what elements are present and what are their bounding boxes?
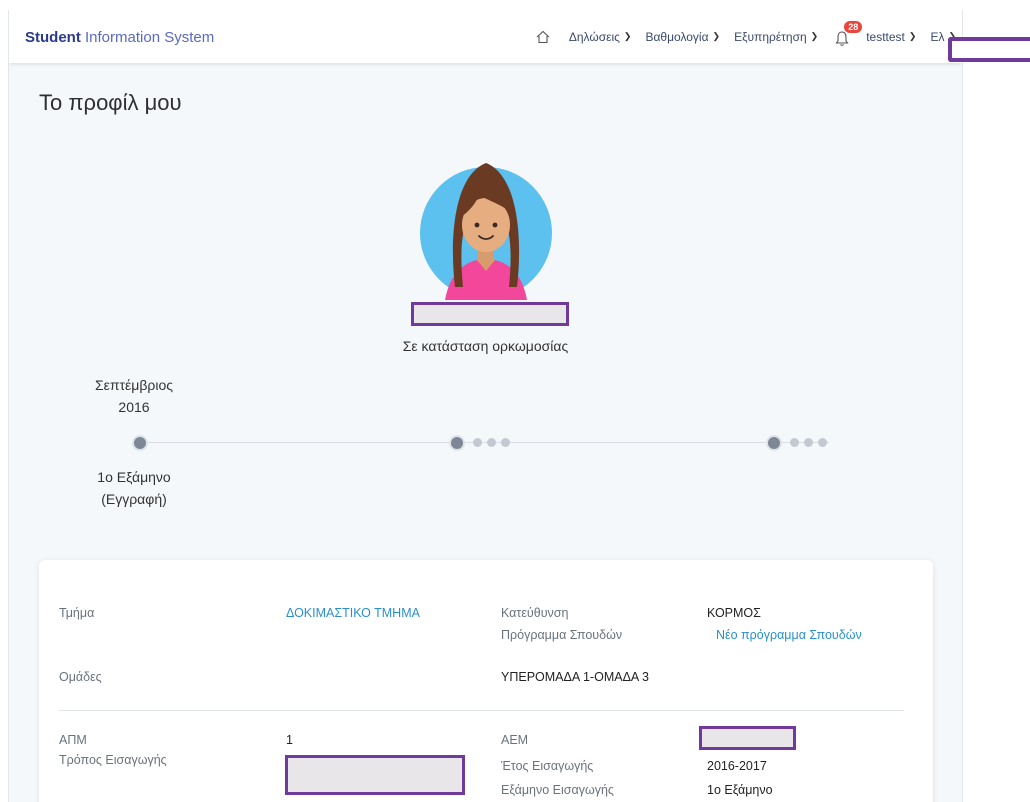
apm-value: 1 — [286, 733, 293, 747]
direction-value: ΚΟΡΜΟΣ — [707, 606, 761, 620]
nav-services[interactable]: Εξυπηρέτηση ❯ — [734, 30, 818, 44]
notifications-badge: 28 — [844, 20, 863, 33]
entry-mode-redacted — [285, 755, 465, 795]
timeline-start-semester-line1: 1ο Εξάμηνο — [97, 469, 171, 485]
entry-semester-value: 1ο Εξάμηνο — [707, 783, 773, 797]
timeline-substep-dot — [818, 438, 827, 447]
home-icon — [536, 30, 550, 43]
nav-declarations-label: Δηλώσεις — [568, 29, 620, 44]
top-navbar: Student Information System Δηλώσεις ❯ Βαθ… — [9, 10, 962, 63]
avatar — [420, 163, 552, 300]
chevron-down-icon: ❯ — [908, 31, 917, 41]
nav-declarations[interactable]: Δηλώσεις ❯ — [569, 30, 632, 44]
timeline-substep-dot — [790, 438, 799, 447]
brand-bold: Student — [25, 29, 81, 46]
nav-services-label: Εξυπηρέτηση — [734, 29, 807, 44]
user-menu[interactable]: testtest ❯ — [866, 30, 916, 44]
timeline-dot-start — [132, 435, 148, 451]
timeline-start-year: 2016 — [118, 399, 150, 415]
entry-year-label: Έτος Εισαγωγής — [501, 759, 594, 773]
timeline-start-semester: 1ο Εξάμηνο (Εγγραφή) — [79, 466, 189, 510]
brand-logo[interactable]: Student Information System — [25, 29, 214, 46]
timeline-substep-dot — [473, 438, 482, 447]
timeline-substep-dot — [804, 438, 813, 447]
student-status: Σε κατάσταση ορκωμοσίας — [402, 338, 569, 354]
main-nav: Δηλώσεις ❯ Βαθμολογία ❯ Εξυπηρέτηση ❯ 28 te… — [521, 10, 962, 63]
timeline-start-date: Σεπτέμβριος 2016 — [79, 374, 189, 418]
student-details-card: Τμήμα ΔΟΚΙΜΑΣΤΙΚΟ ΤΜΗΜΑ Κατεύθυνση ΚΟΡΜΟ… — [39, 560, 933, 802]
apm-label: ΑΠΜ — [59, 733, 87, 747]
nav-grades[interactable]: Βαθμολογία ❯ — [645, 30, 720, 44]
timeline-dot-middle — [449, 435, 465, 451]
timeline-substep-dot — [501, 438, 510, 447]
chevron-down-icon: ❯ — [810, 31, 819, 41]
page-title: Το προφίλ μου — [39, 90, 182, 115]
home-link[interactable] — [535, 29, 551, 45]
aem-label: ΑΕΜ — [501, 733, 529, 747]
card-divider — [59, 710, 904, 711]
department-link[interactable]: ΔΟΚΙΜΑΣΤΙΚΟ ΤΜΗΜΑ — [286, 606, 420, 620]
language-label: Ελ — [930, 29, 945, 44]
timeline-start-semester-line2: (Εγγραφή) — [101, 491, 167, 507]
groups-label: Ομάδες — [59, 670, 102, 684]
notifications-button[interactable]: 28 — [834, 20, 863, 47]
app-window: Student Information System Δηλώσεις ❯ Βαθ… — [8, 10, 963, 802]
nav-grades-label: Βαθμολογία — [645, 29, 709, 44]
redacted-region — [948, 37, 1030, 62]
groups-value: ΥΠΕΡΟΜΑΔΑ 1-ΟΜΑΔΑ 3 — [501, 670, 649, 684]
direction-label: Κατεύθυνση — [501, 606, 569, 620]
brand-rest: Information System — [80, 29, 215, 46]
student-name-redacted — [411, 302, 569, 326]
timeline-start-month: Σεπτέμβριος — [94, 377, 174, 393]
timeline-line — [139, 442, 829, 443]
entry-mode-label: Τρόπος Εισαγωγής — [59, 753, 167, 767]
chevron-down-icon: ❯ — [712, 31, 721, 41]
program-link[interactable]: Νέο πρόγραμμα Σπουδών — [716, 628, 862, 642]
user-name: testtest — [866, 29, 905, 44]
chevron-down-icon: ❯ — [623, 31, 632, 41]
timeline-substep-dot — [487, 438, 496, 447]
aem-redacted — [699, 726, 796, 750]
entry-year-value: 2016-2017 — [707, 759, 767, 773]
program-label: Πρόγραμμα Σπουδών — [501, 628, 623, 642]
department-label: Τμήμα — [59, 606, 95, 620]
timeline-dot-end — [766, 435, 782, 451]
entry-semester-label: Εξάμηνο Εισαγωγής — [501, 783, 614, 797]
